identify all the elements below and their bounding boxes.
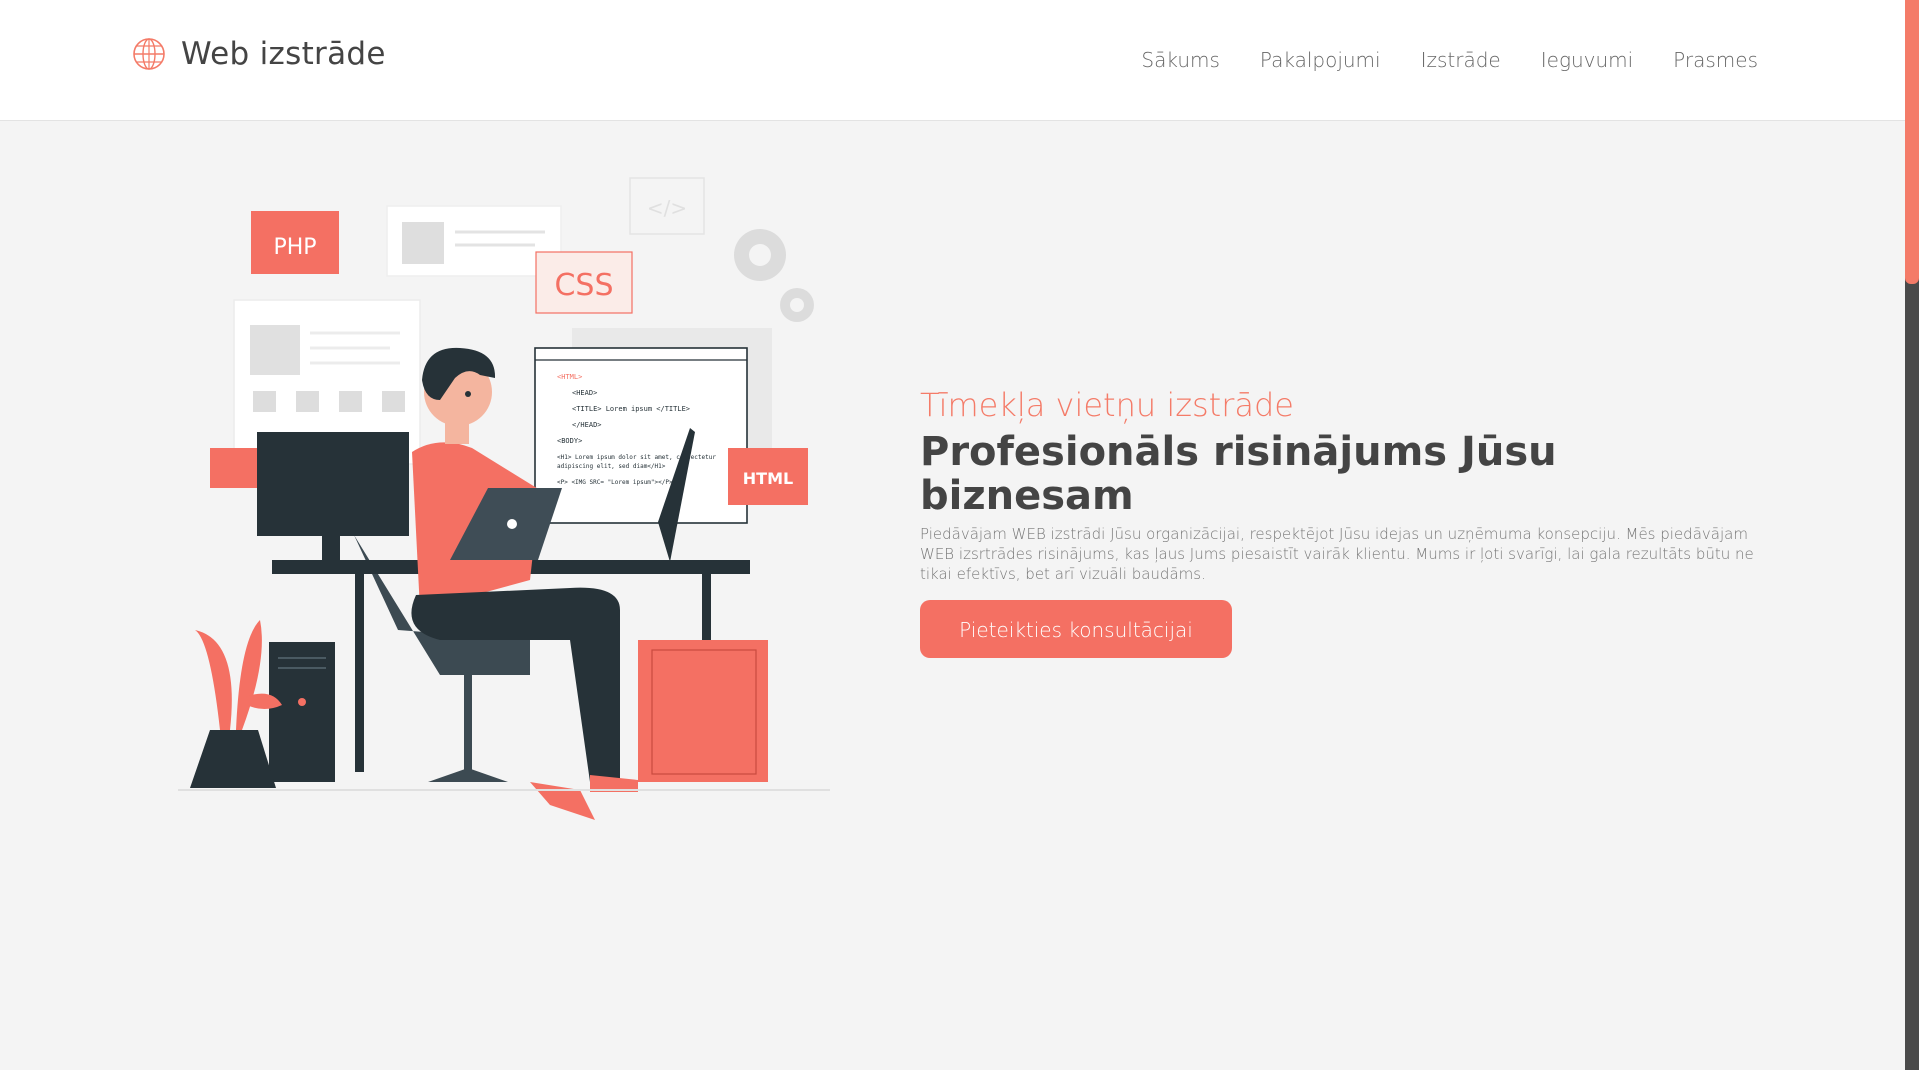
consultation-button[interactable]: Pieteikties konsultācijai — [920, 600, 1232, 658]
scrollbar-thumb[interactable] — [1905, 0, 1919, 284]
hero-title: Profesionāls risinājums Jūsu biznesam — [920, 429, 1557, 519]
nav-item-izstrade[interactable]: Izstrāde — [1421, 48, 1501, 72]
css-label: CSS — [554, 268, 613, 303]
svg-text:<HEAD>: <HEAD> — [572, 389, 597, 397]
svg-text:<HTML>: <HTML> — [557, 373, 582, 381]
globe-icon — [133, 38, 165, 70]
nav-item-ieguvumi[interactable]: Ieguvumi — [1541, 48, 1633, 72]
svg-text:<H1> Lorem ipsum dolor sit ame: <H1> Lorem ipsum dolor sit amet, consect… — [557, 454, 716, 461]
svg-text:<TITLE> Lorem ipsum </TITLE>: <TITLE> Lorem ipsum </TITLE> — [572, 405, 690, 413]
main-nav: Sākums Pakalpojumi Izstrāde Ieguvumi Pra… — [1141, 48, 1758, 72]
nav-item-prasmes[interactable]: Prasmes — [1673, 48, 1758, 72]
developer-illustration: </> PHP CSS <HTML> <HEAD> <TITLE> Lorem … — [178, 177, 830, 820]
svg-text:</HEAD>: </HEAD> — [572, 421, 602, 429]
hero-subtitle: Tīmekļa vietņu izstrāde — [920, 386, 1294, 424]
svg-text:adipiscing elit, sed diam</H1>: adipiscing elit, sed diam</H1> — [557, 463, 666, 470]
logo[interactable]: Web izstrāde — [131, 36, 386, 72]
site-header: Web izstrāde Sākums Pakalpojumi Izstrāde… — [0, 0, 1905, 121]
nav-item-pakalpojumi[interactable]: Pakalpojumi — [1260, 48, 1381, 72]
nav-item-sakums[interactable]: Sākums — [1141, 48, 1220, 72]
logo-text: Web izstrāde — [181, 36, 386, 72]
svg-text:<P> <IMG SRC= "Lorem ipsum"></: <P> <IMG SRC= "Lorem ipsum"></P> — [557, 479, 673, 486]
php-label: PHP — [273, 235, 316, 260]
svg-text:<BODY>: <BODY> — [557, 437, 582, 445]
hero-description: Piedāvājam WEB izstrādi Jūsu organizācij… — [920, 525, 1754, 583]
svg-text:</>: </> — [647, 196, 687, 220]
scrollbar[interactable] — [1905, 0, 1919, 1070]
html-label: HTML — [743, 469, 793, 488]
hero-text: Tīmekļa vietņu izstrāde Profesionāls ris… — [920, 386, 1760, 658]
